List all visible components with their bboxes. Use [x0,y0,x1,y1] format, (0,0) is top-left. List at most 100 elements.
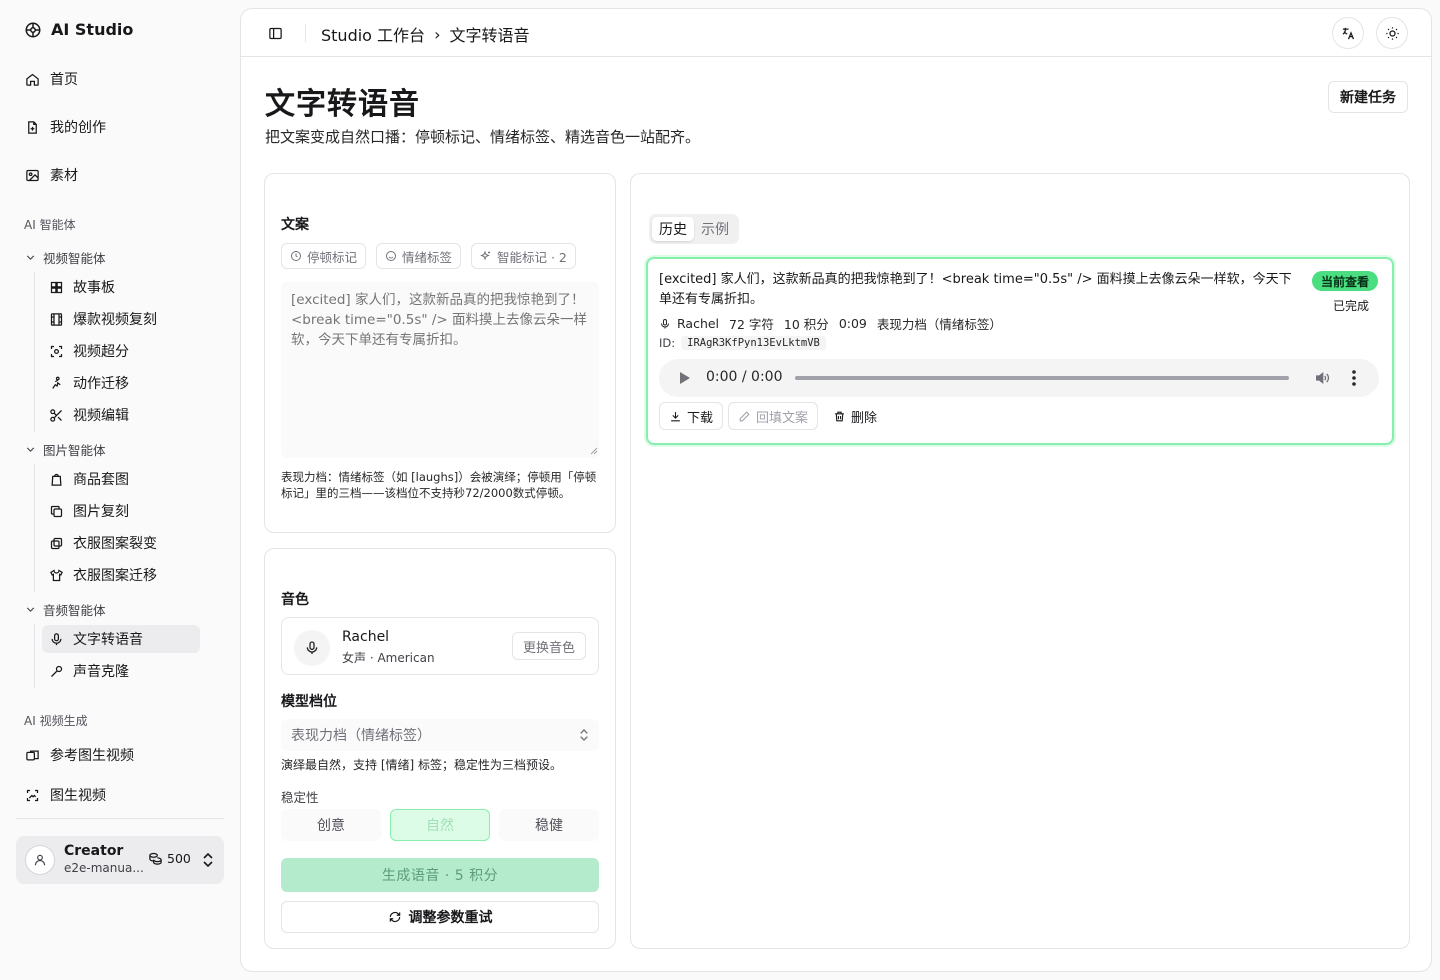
player-time: 0:00 / 0:00 [706,369,783,385]
sidebar-item-video-upscale[interactable]: 视频超分 [42,337,200,365]
audio-agents-label: 音频智能体 [43,603,106,618]
sparkles-icon [480,250,490,261]
voice-name: Rachel [342,629,390,645]
brand-icon [25,22,41,37]
coins-icon [149,852,162,865]
main-panel: Studio 工作台 › 文字转语音 文字转语音 把文案变成自然口播：停顿标记、… [240,8,1432,972]
page-description: 把文案变成自然口播：停顿标记、情绪标签、精选音色一站配齐。 [265,128,701,146]
nav-my-creations[interactable]: 我的创作 [16,110,224,144]
sidebar-item-image-copy[interactable]: 图片复刻 [42,497,200,525]
download-label: 下载 [687,410,714,426]
delete-label: 删除 [851,410,878,426]
image-agents-toggle[interactable]: 图片智能体 [24,440,106,459]
sidebar-item-product-set[interactable]: 商品套图 [42,465,200,493]
user-menu[interactable]: Creator e2e-manua... 500 [16,836,224,884]
stability-option-creative[interactable]: 创意 [281,809,381,841]
nav-assets-label: 素材 [50,168,78,184]
sun-icon [1385,26,1399,40]
chevrons-up-down-icon [203,852,213,868]
sidebar-item-video-edit[interactable]: 视频编辑 [42,401,200,429]
home-icon [26,73,39,86]
tab-history[interactable]: 历史 [652,217,694,241]
section-ai-video-gen: AI 视频生成 [24,714,88,728]
credits-value: 500 [167,851,191,866]
stability-option-robust[interactable]: 稳健 [499,809,599,841]
copy-icon [50,505,63,517]
meta-duration: 0:09 [838,316,867,331]
more-vertical-icon[interactable] [1351,369,1357,387]
audio-player: 0:00 / 0:00 [659,359,1379,397]
selected-voice: Rachel 女声 · American 更换音色 [281,617,599,675]
history-item[interactable]: [excited] 家人们，这款新品真的把我惊艳到了！<break time="… [646,257,1394,445]
meta-mode: 表现力档（情绪标签） [876,317,1002,332]
nav-assets[interactable]: 素材 [16,158,224,192]
mic-icon [51,632,62,645]
history-card: 历史 示例 [excited] 家人们，这款新品真的把我惊艳到了！<break … [630,173,1410,949]
theme-toggle-button[interactable] [1376,17,1408,49]
script-textarea[interactable] [281,282,599,458]
mic-icon [306,641,318,654]
pause-marker-button[interactable]: 停顿标记 [281,243,367,269]
user-email: e2e-manua... [64,861,144,875]
sidebar-item-label: 爆款视频复刻 [73,312,157,328]
film-icon [50,312,63,326]
stability-option-natural[interactable]: 自然 [390,809,490,841]
sidebar-item-label: 文字转语音 [73,632,143,648]
retry-button[interactable]: 调整参数重试 [281,901,599,933]
sidebar-item-voice-clone[interactable]: 声音克隆 [42,657,200,685]
sidebar-item-motion-transfer[interactable]: 动作迁移 [42,369,200,397]
chevron-down-icon [26,447,35,452]
language-button[interactable] [1332,17,1364,49]
image-agents-label: 图片智能体 [43,443,106,458]
mic-vocal-icon [51,665,63,677]
tree-line [34,464,35,592]
shopping-bag-icon [51,473,62,486]
script-card: 文案 停顿标记 情绪标签 智能标记 · 2 表现力档：情绪标签（如 [laugh… [264,173,616,533]
nav-label: 参考图生视频 [50,748,134,764]
sidebar-item-viral-video[interactable]: 爆款视频复刻 [42,305,200,333]
panel-left-icon [268,27,282,39]
voice-avatar [294,630,330,666]
sidebar-item-storyboard[interactable]: 故事板 [42,273,200,301]
nav-home[interactable]: 首页 [16,62,224,96]
section-ai-agents: AI 智能体 [24,218,76,232]
nav-my-creations-label: 我的创作 [50,120,106,136]
sidebar-item-text-to-speech[interactable]: 文字转语音 [42,625,200,653]
refill-script-button[interactable]: 回填文案 [728,402,819,430]
player-progress-track[interactable] [795,376,1289,380]
model-hint: 演绎最自然，支持 [情绪] 标签；稳定性为三档预设。 [281,758,562,772]
current-view-badge: 当前查看 [1312,271,1379,291]
new-task-button[interactable]: 新建任务 [1328,81,1408,113]
smart-marker-button[interactable]: 智能标记 · 2 [471,243,576,269]
resize-handle-icon[interactable] [590,447,598,455]
translate-icon [1342,27,1354,39]
meta-voice: Rachel [677,316,720,331]
nav-label: 图生视频 [50,788,106,804]
nav-image-to-video[interactable]: 图生视频 [16,778,224,812]
page-title: 文字转语音 [265,87,420,122]
delete-button[interactable]: 删除 [823,402,888,430]
video-agents-toggle[interactable]: 视频智能体 [24,248,106,267]
history-item-meta: Rachel 72 字符 10 积分 0:09 表现力档（情绪标签） [659,314,1006,333]
grid-icon [50,281,63,293]
play-icon[interactable] [677,370,691,386]
user-name: Creator [64,843,124,859]
sidebar-toggle-button[interactable] [265,23,285,43]
generate-button[interactable]: 生成语音 · 5 积分 [281,858,599,892]
download-button[interactable]: 下载 [659,402,724,430]
audio-agents-toggle[interactable]: 音频智能体 [24,600,106,619]
tab-examples[interactable]: 示例 [694,217,736,241]
trash-icon [835,411,844,421]
sidebar-item-pattern-transfer[interactable]: 衣服图案迁移 [42,561,200,589]
change-voice-button[interactable]: 更换音色 [512,632,586,660]
refresh-icon [389,911,400,923]
sidebar-item-pattern-fission[interactable]: 衣服图案裂变 [42,529,200,557]
emotion-tag-button[interactable]: 情绪标签 [376,243,462,269]
volume-icon[interactable] [1313,370,1331,386]
sidebar-item-label: 衣服图案裂变 [73,536,157,552]
brand-logo[interactable]: AI Studio [24,20,133,39]
breadcrumb-root[interactable]: Studio 工作台 [321,22,425,46]
chip-label: 情绪标签 [402,249,453,265]
model-select[interactable]: 表现力档（情绪标签） [281,719,599,751]
nav-ref-image-video[interactable]: 参考图生视频 [16,738,224,772]
